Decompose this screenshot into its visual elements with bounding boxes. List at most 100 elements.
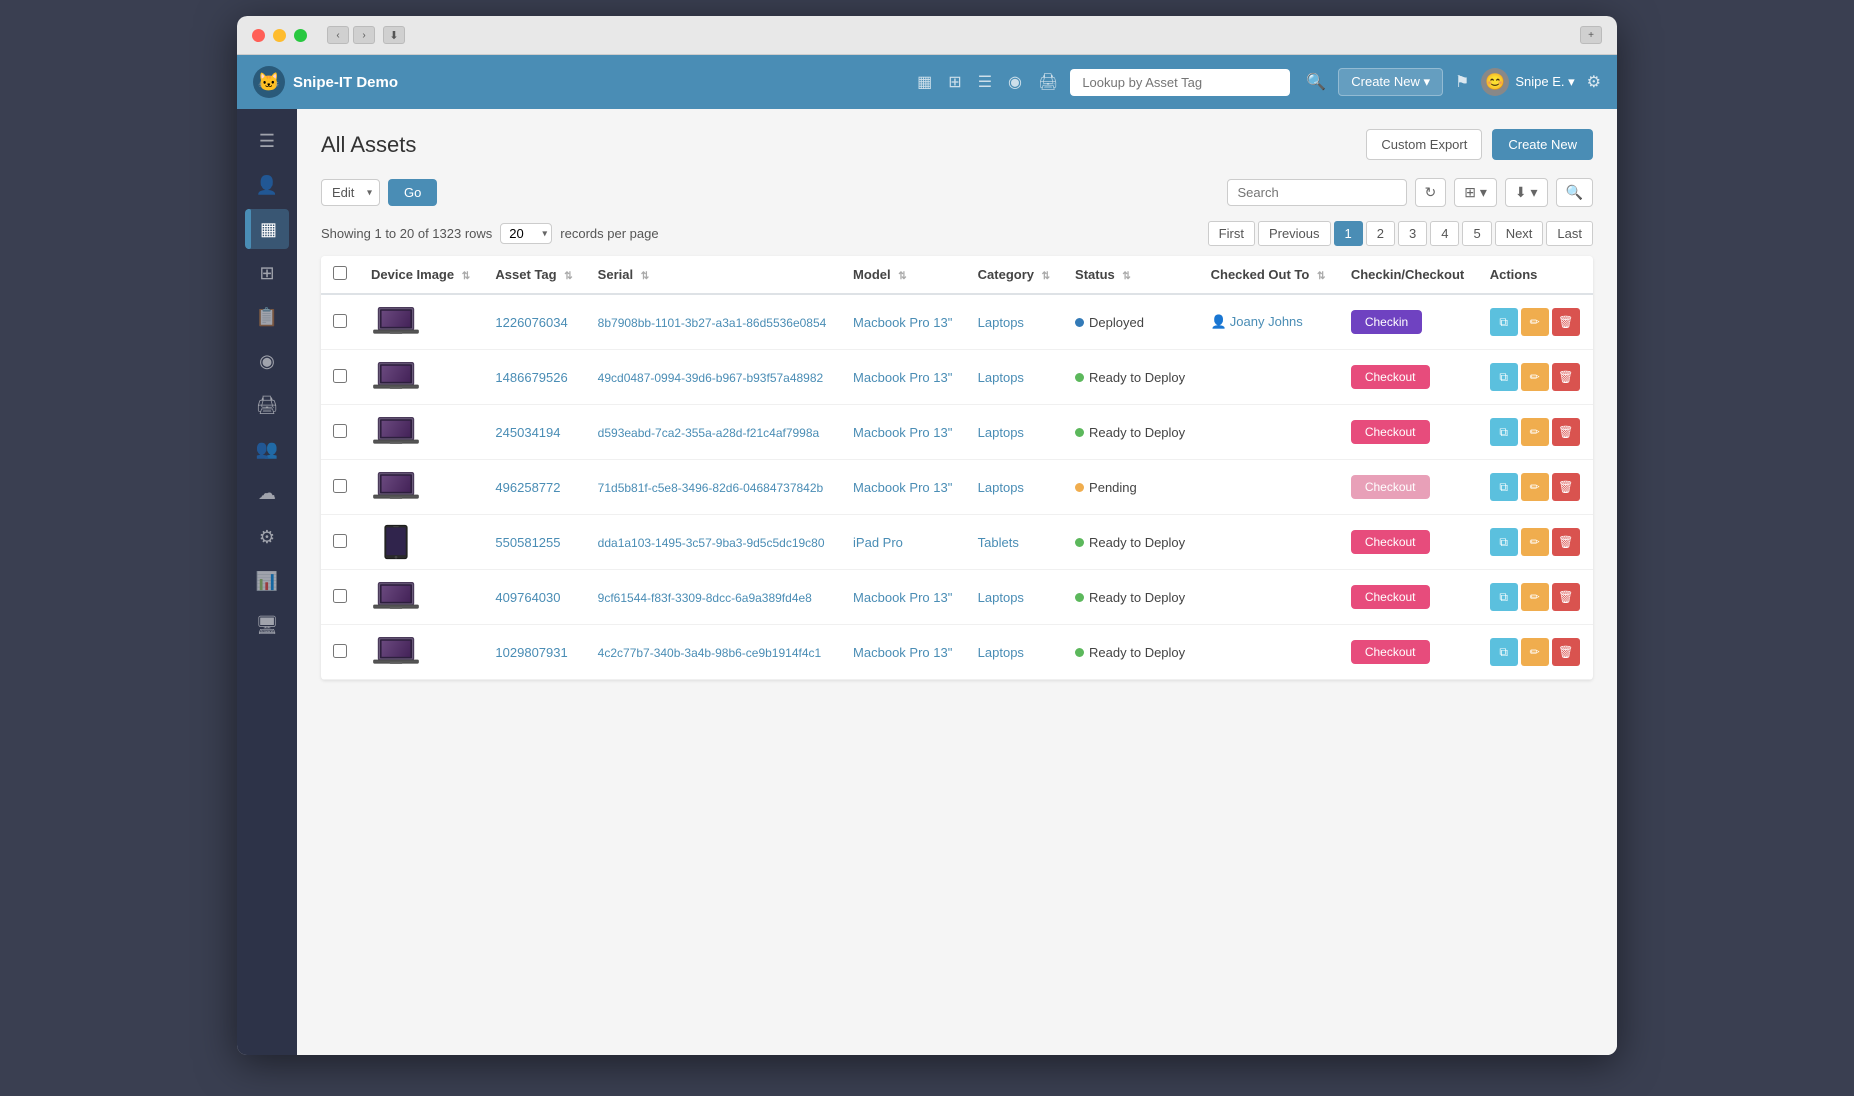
asset-tag-link[interactable]: 409764030 bbox=[495, 590, 560, 605]
category-link[interactable]: Tablets bbox=[978, 535, 1019, 550]
category-link[interactable]: Laptops bbox=[978, 370, 1024, 385]
navbar-search-icon[interactable]: 🔍 bbox=[1306, 72, 1326, 92]
model-link[interactable]: Macbook Pro 13" bbox=[853, 370, 952, 385]
flag-icon[interactable]: ⚑ bbox=[1455, 72, 1469, 92]
select-all-checkbox[interactable] bbox=[333, 266, 347, 280]
custom-export-button[interactable]: Custom Export bbox=[1366, 129, 1482, 160]
grid-icon[interactable]: ⊞ bbox=[948, 72, 961, 92]
user-menu[interactable]: 😊 Snipe E. ▾ bbox=[1481, 68, 1574, 96]
model-link[interactable]: Macbook Pro 13" bbox=[853, 590, 952, 605]
asset-tag-link[interactable]: 1226076034 bbox=[495, 315, 567, 330]
model-link[interactable]: Macbook Pro 13" bbox=[853, 425, 952, 440]
page-1-button[interactable]: 1 bbox=[1334, 221, 1363, 246]
search-input[interactable] bbox=[1227, 179, 1407, 206]
row-checkbox[interactable] bbox=[333, 479, 347, 493]
new-tab-button[interactable]: + bbox=[1580, 26, 1602, 44]
download-icon[interactable]: ⬇ bbox=[383, 26, 405, 44]
list-icon[interactable]: ☰ bbox=[978, 72, 992, 92]
edit-button[interactable]: ✏ bbox=[1521, 528, 1549, 556]
row-checkbox[interactable] bbox=[333, 369, 347, 383]
model-link[interactable]: Macbook Pro 13" bbox=[853, 645, 952, 660]
copy-button[interactable]: ⧉ bbox=[1490, 418, 1518, 446]
sidebar-item-accessories[interactable]: 📋 bbox=[245, 297, 289, 337]
brand[interactable]: 🐱 Snipe-IT Demo bbox=[253, 66, 398, 98]
sidebar-item-dashboard[interactable]: 👤 bbox=[245, 165, 289, 205]
asset-tag-link[interactable]: 1029807931 bbox=[495, 645, 567, 660]
forward-button[interactable]: › bbox=[353, 26, 375, 44]
page-2-button[interactable]: 2 bbox=[1366, 221, 1395, 246]
share-icon[interactable]: ⚙ bbox=[1587, 72, 1601, 92]
delete-button[interactable]: 🗑 bbox=[1552, 363, 1580, 391]
checkout-button[interactable]: Checkout bbox=[1351, 420, 1430, 444]
sidebar-item-users[interactable]: 👥 bbox=[245, 429, 289, 469]
edit-button[interactable]: ✏ bbox=[1521, 473, 1549, 501]
asset-tag-link[interactable]: 1486679526 bbox=[495, 370, 567, 385]
serial-link[interactable]: 49cd0487-0994-39d6-b967-b93f57a48982 bbox=[598, 371, 824, 385]
edit-button[interactable]: ✏ bbox=[1521, 638, 1549, 666]
checkout-button[interactable]: Checkout bbox=[1351, 640, 1430, 664]
page-3-button[interactable]: 3 bbox=[1398, 221, 1427, 246]
row-checkbox[interactable] bbox=[333, 424, 347, 438]
copy-button[interactable]: ⧉ bbox=[1490, 363, 1518, 391]
sidebar-item-assets[interactable]: ▦ bbox=[245, 209, 289, 249]
edit-select[interactable]: Edit bbox=[321, 179, 380, 206]
category-link[interactable]: Laptops bbox=[978, 425, 1024, 440]
sidebar-item-components[interactable]: 🖨 bbox=[245, 385, 289, 425]
checkin-button[interactable]: Checkin bbox=[1351, 310, 1422, 334]
first-page-button[interactable]: First bbox=[1208, 221, 1255, 246]
edit-button[interactable]: ✏ bbox=[1521, 308, 1549, 336]
category-link[interactable]: Laptops bbox=[978, 645, 1024, 660]
filter-search-button[interactable]: 🔍 bbox=[1556, 178, 1593, 207]
copy-button[interactable]: ⧉ bbox=[1490, 638, 1518, 666]
refresh-button[interactable]: ↻ bbox=[1415, 178, 1447, 207]
columns-button[interactable]: ⊞ ▾ bbox=[1454, 178, 1497, 207]
sidebar-item-menu[interactable]: ☰ bbox=[245, 121, 289, 161]
print-icon[interactable]: 🖨 bbox=[1038, 72, 1058, 92]
sidebar-item-display[interactable]: 🖥 bbox=[245, 605, 289, 645]
edit-button[interactable]: ✏ bbox=[1521, 363, 1549, 391]
row-checkbox[interactable] bbox=[333, 589, 347, 603]
device-image-header[interactable]: Device Image ⇅ bbox=[359, 256, 483, 294]
checkout-button[interactable]: Checkout bbox=[1351, 365, 1430, 389]
sidebar-item-uploads[interactable]: ☁ bbox=[245, 473, 289, 513]
per-page-select[interactable]: 20 50 100 bbox=[500, 223, 552, 244]
create-new-main-button[interactable]: Create New bbox=[1492, 129, 1593, 160]
sidebar-item-consumables[interactable]: ◉ bbox=[245, 341, 289, 381]
page-4-button[interactable]: 4 bbox=[1430, 221, 1459, 246]
checked-out-to-header[interactable]: Checked Out To ⇅ bbox=[1199, 256, 1339, 294]
checkout-to-link[interactable]: Joany Johns bbox=[1230, 314, 1303, 329]
copy-button[interactable]: ⧉ bbox=[1490, 473, 1518, 501]
status-header[interactable]: Status ⇅ bbox=[1063, 256, 1199, 294]
serial-link[interactable]: 8b7908bb-1101-3b27-a3a1-86d5536e0854 bbox=[598, 316, 827, 330]
model-header[interactable]: Model ⇅ bbox=[841, 256, 966, 294]
export-button[interactable]: ⬇ ▾ bbox=[1505, 178, 1548, 207]
drop-icon[interactable]: ◉ bbox=[1008, 72, 1022, 92]
assets-icon[interactable]: ▦ bbox=[917, 72, 932, 92]
serial-link[interactable]: dda1a103-1495-3c57-9ba3-9d5c5dc19c80 bbox=[598, 536, 825, 550]
last-page-button[interactable]: Last bbox=[1546, 221, 1593, 246]
serial-link[interactable]: 71d5b81f-c5e8-3496-82d6-04684737842b bbox=[598, 481, 824, 495]
checkout-button[interactable]: Checkout bbox=[1351, 585, 1430, 609]
asset-tag-link[interactable]: 550581255 bbox=[495, 535, 560, 550]
maximize-button[interactable] bbox=[294, 29, 307, 42]
delete-button[interactable]: 🗑 bbox=[1552, 473, 1580, 501]
sidebar-item-settings[interactable]: ⚙ bbox=[245, 517, 289, 557]
sidebar-item-licenses[interactable]: ⊞ bbox=[245, 253, 289, 293]
category-link[interactable]: Laptops bbox=[978, 480, 1024, 495]
delete-button[interactable]: 🗑 bbox=[1552, 528, 1580, 556]
minimize-button[interactable] bbox=[273, 29, 286, 42]
serial-link[interactable]: 4c2c77b7-340b-3a4b-98b6-ce9b1914f4c1 bbox=[598, 646, 822, 660]
asset-tag-header[interactable]: Asset Tag ⇅ bbox=[483, 256, 585, 294]
asset-tag-link[interactable]: 245034194 bbox=[495, 425, 560, 440]
category-link[interactable]: Laptops bbox=[978, 590, 1024, 605]
category-header[interactable]: Category ⇅ bbox=[966, 256, 1063, 294]
delete-button[interactable]: 🗑 bbox=[1552, 583, 1580, 611]
delete-button[interactable]: 🗑 bbox=[1552, 418, 1580, 446]
checkout-button[interactable]: Checkout bbox=[1351, 530, 1430, 554]
go-button[interactable]: Go bbox=[388, 179, 437, 206]
checkout-muted-button[interactable]: Checkout bbox=[1351, 475, 1430, 499]
previous-page-button[interactable]: Previous bbox=[1258, 221, 1331, 246]
copy-button[interactable]: ⧉ bbox=[1490, 583, 1518, 611]
row-checkbox[interactable] bbox=[333, 314, 347, 328]
row-checkbox[interactable] bbox=[333, 534, 347, 548]
